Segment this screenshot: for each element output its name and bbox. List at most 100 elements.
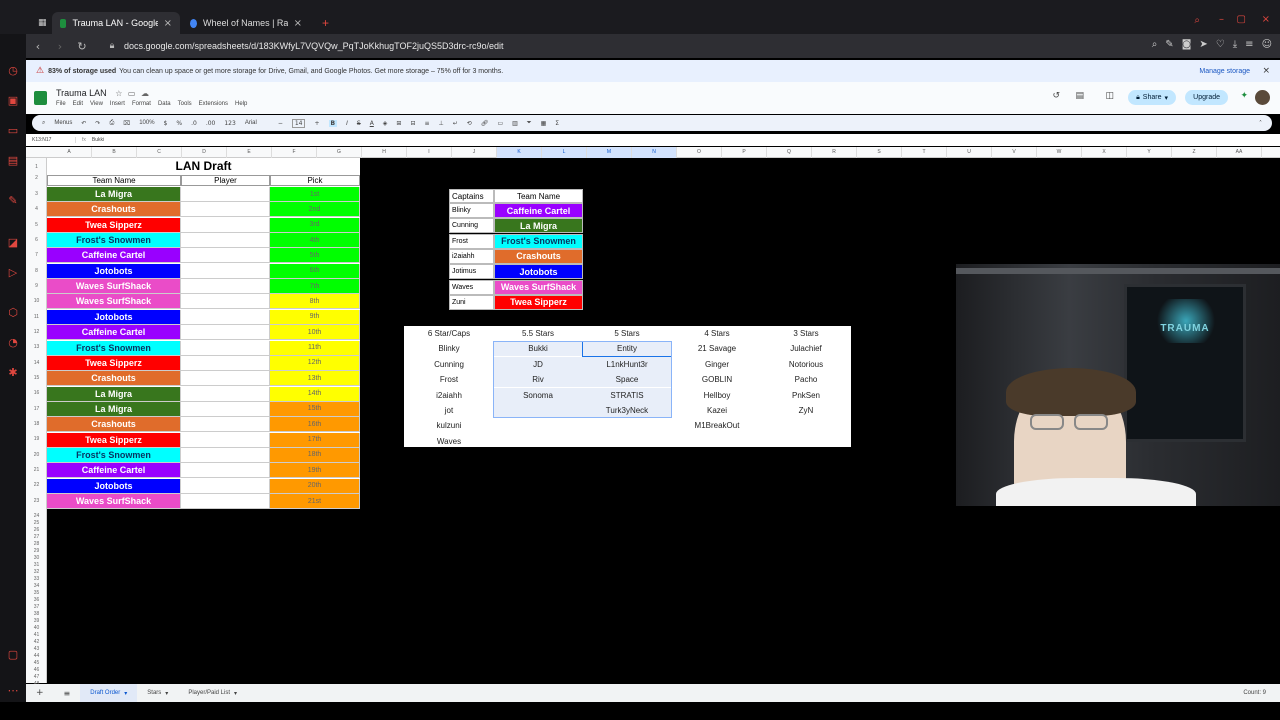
menu-extensions[interactable]: Extensions (199, 101, 228, 107)
draft-team-cell[interactable]: Crashouts (47, 202, 181, 218)
draft-player-cell[interactable] (181, 233, 270, 249)
column-header[interactable]: I (407, 147, 452, 158)
tab-trauma-lan[interactable]: Trauma LAN - Google Sheets × (52, 12, 180, 34)
row-header[interactable]: 24 (26, 513, 47, 519)
captain-name-cell[interactable]: Cunning (449, 218, 494, 234)
new-tab-button[interactable]: + (314, 12, 337, 34)
row-header[interactable]: 47 (26, 674, 47, 680)
draft-team-cell[interactable]: Twea Sipperz (47, 355, 181, 371)
column-header[interactable]: W (1037, 147, 1082, 158)
cloud-icon[interactable]: ☁ (141, 89, 149, 98)
draft-player-cell[interactable] (181, 478, 270, 494)
draft-pick-cell[interactable]: 16th (270, 417, 360, 433)
row-header[interactable]: 30 (26, 555, 47, 561)
draft-player-cell[interactable] (181, 187, 270, 202)
draft-player-cell[interactable] (181, 294, 270, 310)
increase-decimal-button[interactable]: .00 (206, 120, 216, 127)
text-wrap-icon[interactable]: ↵ (453, 120, 458, 127)
stars-cell[interactable] (761, 418, 851, 433)
row-header[interactable]: 44 (26, 653, 47, 659)
borders-icon[interactable]: ⊞ (396, 120, 401, 127)
stars-cell[interactable]: PnkSen (761, 388, 851, 403)
draft-pick-cell[interactable]: 6th (270, 263, 360, 279)
column-header[interactable]: U (947, 147, 992, 158)
stars-cell[interactable]: Kazei (672, 403, 762, 418)
sidebar-clock-icon[interactable]: ◔ (6, 336, 20, 350)
row-header[interactable]: 31 (26, 562, 47, 568)
draft-team-cell[interactable]: Caffeine Cartel (47, 463, 181, 479)
header-pick[interactable]: Pick (270, 175, 360, 186)
draft-team-cell[interactable]: Waves SurfShack (47, 294, 181, 310)
draft-player-cell[interactable] (181, 447, 270, 463)
sidebar-bag-icon[interactable]: ▣ (6, 94, 20, 108)
text-color-button[interactable]: A (370, 120, 374, 127)
tab-wheel-of-names[interactable]: Wheel of Names | Random × (182, 12, 310, 34)
draft-team-cell[interactable]: Jotobots (47, 478, 181, 494)
all-sheets-icon[interactable]: ≡ (54, 684, 81, 702)
row-header[interactable]: 10 (26, 298, 47, 304)
captain-team-cell[interactable]: La Migra (494, 218, 583, 234)
row-header[interactable]: 11 (26, 314, 47, 320)
header-team-name[interactable]: Team Name (47, 175, 181, 186)
selection-count[interactable]: Count: 9 (1243, 690, 1266, 696)
row-header[interactable]: 23 (26, 498, 47, 504)
stars-cell[interactable]: kulzuni (404, 418, 494, 433)
share-button[interactable]: 🔒︎ Share ▾ (1128, 90, 1176, 105)
row-header[interactable]: 12 (26, 329, 47, 335)
download-icon[interactable]: ⤓ (1233, 39, 1237, 50)
stars-cell[interactable]: 21 Savage (672, 341, 762, 356)
draft-team-cell[interactable]: Jotobots (47, 263, 181, 279)
forward-icon[interactable]: › (52, 40, 68, 53)
row-header[interactable]: 14 (26, 360, 47, 366)
reload-icon[interactable]: ↻ (74, 40, 90, 53)
draft-player-cell[interactable] (181, 202, 270, 218)
row-header[interactable]: 28 (26, 541, 47, 547)
row-header[interactable]: 34 (26, 583, 47, 589)
row-header[interactable]: 40 (26, 625, 47, 631)
draft-team-cell[interactable]: Waves SurfShack (47, 494, 181, 509)
column-header[interactable]: Z (1172, 147, 1217, 158)
row-header[interactable]: 13 (26, 344, 47, 350)
row-header[interactable]: 41 (26, 632, 47, 638)
draft-pick-cell[interactable]: 18th (270, 447, 360, 463)
row-header[interactable]: 18 (26, 421, 47, 427)
stars-cell[interactable]: Ginger (672, 357, 762, 372)
row-header[interactable]: 36 (26, 597, 47, 603)
draft-player-cell[interactable] (181, 355, 270, 371)
add-sheet-icon[interactable]: + (26, 684, 54, 702)
draft-player-cell[interactable] (181, 494, 270, 509)
functions-icon[interactable]: Σ (555, 120, 559, 127)
send-icon[interactable]: ➤ (1199, 39, 1207, 50)
stars-cell[interactable]: Waves (404, 434, 494, 449)
column-header[interactable]: N (632, 147, 677, 158)
draft-team-cell[interactable]: La Migra (47, 386, 181, 402)
column-header[interactable]: Y (1127, 147, 1172, 158)
menu-format[interactable]: Format (132, 101, 151, 107)
insert-link-icon[interactable]: 🔗︎ (481, 120, 489, 127)
column-header[interactable]: A (47, 147, 92, 158)
column-header[interactable]: R (812, 147, 857, 158)
column-header[interactable]: F (272, 147, 317, 158)
draft-pick-cell[interactable]: 17th (270, 432, 360, 448)
draft-team-cell[interactable]: La Migra (47, 187, 181, 202)
draft-team-cell[interactable]: Frost's Snowmen (47, 447, 181, 463)
row-header[interactable]: 4 (26, 206, 47, 212)
menu-view[interactable]: View (90, 101, 103, 107)
row-header[interactable]: 46 (26, 667, 47, 673)
draft-pick-cell[interactable]: 7th (270, 279, 360, 295)
draft-pick-cell[interactable]: 11th (270, 340, 360, 356)
draft-player-cell[interactable] (181, 371, 270, 387)
row-header[interactable]: 9 (26, 283, 47, 289)
stars-header-cell[interactable]: 5.5 Stars (493, 326, 583, 341)
draft-player-cell[interactable] (181, 340, 270, 356)
column-header[interactable]: V (992, 147, 1037, 158)
row-header[interactable]: 20 (26, 452, 47, 458)
draft-team-cell[interactable]: Twea Sipperz (47, 217, 181, 233)
stars-header-cell[interactable]: 3 Stars (761, 326, 851, 341)
draft-player-cell[interactable] (181, 463, 270, 479)
stars-cell[interactable]: i2aiahh (404, 388, 494, 403)
captain-name-cell[interactable]: Frost (449, 233, 494, 249)
font-size-decrease-icon[interactable]: − (278, 120, 283, 127)
column-header[interactable]: M (587, 147, 632, 158)
close-window-icon[interactable]: × (1262, 14, 1270, 25)
